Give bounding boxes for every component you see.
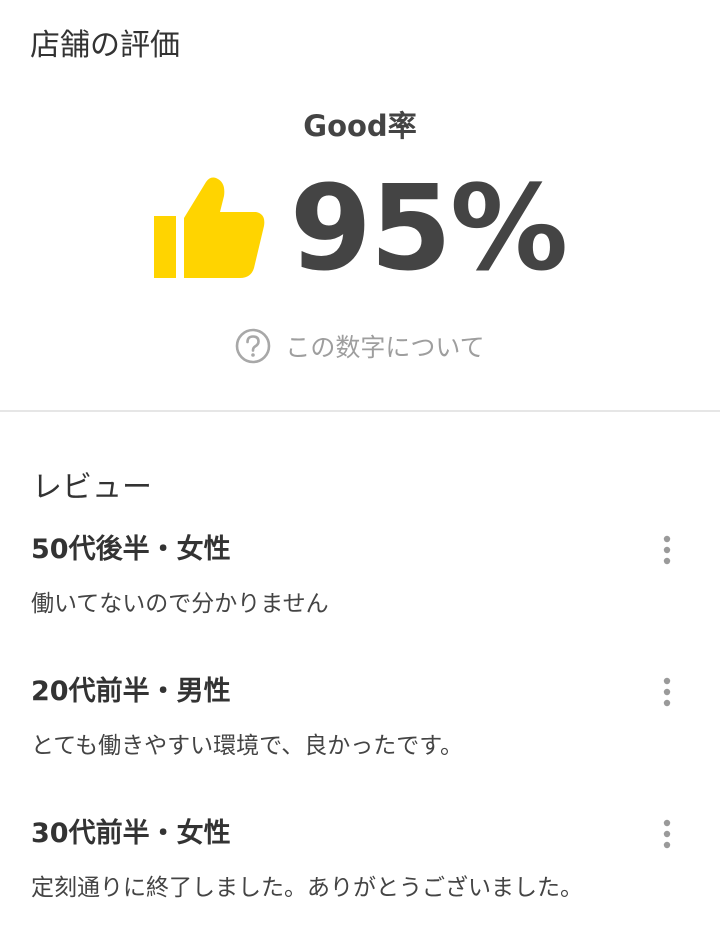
review-text: 定刻通りに終了しました。ありがとうございました。: [31, 875, 583, 901]
more-vertical-icon: [663, 535, 671, 565]
more-vertical-icon: [663, 677, 671, 707]
review-item: 20代前半・男性 とても働きやすい環境で、良かったです。: [0, 672, 720, 792]
review-text: 働いてないので分かりません: [31, 591, 329, 617]
review-more-button[interactable]: [652, 674, 682, 710]
question-circle-icon: [236, 328, 271, 364]
reviews-title: レビュー: [32, 470, 152, 505]
review-author: 20代前半・男性: [31, 676, 231, 707]
review-author: 30代前半・女性: [31, 818, 231, 849]
section-divider: [0, 410, 720, 412]
review-more-button[interactable]: [652, 532, 682, 568]
review-author: 50代後半・女性: [31, 534, 231, 565]
good-rate-display: 95%: [0, 168, 720, 288]
good-rate-label: Good率: [303, 109, 417, 143]
thumbs-up-icon: [153, 177, 265, 278]
good-rate-value: 95%: [289, 159, 568, 297]
about-number-label: この数字について: [285, 333, 485, 362]
more-vertical-icon: [663, 819, 671, 849]
about-number-link[interactable]: この数字について: [0, 326, 720, 366]
review-more-button[interactable]: [652, 816, 682, 852]
store-rating-title: 店舗の評価: [30, 28, 180, 63]
review-item: 30代前半・女性 定刻通りに終了しました。ありがとうございました。: [0, 814, 720, 934]
review-text: とても働きやすい環境で、良かったです。: [31, 733, 463, 759]
review-item: 50代後半・女性 働いてないので分かりません: [0, 530, 720, 650]
